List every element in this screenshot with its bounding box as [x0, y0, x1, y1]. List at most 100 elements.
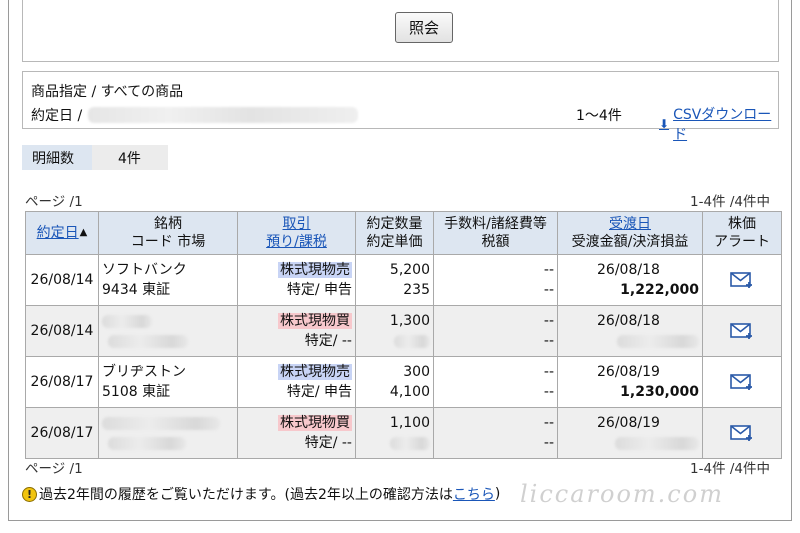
- redacted-date-range: [88, 107, 359, 123]
- trade-cell: 株式現物買 特定/ --: [237, 407, 356, 459]
- quantity: 1,100: [389, 415, 430, 431]
- issue-code-market: 5108 東証: [102, 384, 171, 400]
- sort-by-settlement-link[interactable]: 受渡日: [560, 215, 700, 233]
- trade-date: 26/08/17: [25, 407, 99, 459]
- header-fee: 手数料/諸経費等: [444, 216, 547, 232]
- issue-name: ブリヂストン: [102, 364, 186, 380]
- issue-code-market: 9434 東証: [102, 282, 171, 298]
- quantity: 5,200: [389, 262, 430, 278]
- trade-history-table: 約定日 ▲ 銘柄 コード 市場 取引 預り/課税 約定数量 約定単価 手数料/諸…: [25, 211, 782, 459]
- quantity: 300: [403, 364, 430, 380]
- table-row: 26/08/14 株式現物買 特定/ -- 1,300 -- -- 26/08/…: [25, 305, 782, 357]
- csv-download-label: CSVダウンロード: [673, 107, 772, 143]
- redacted-settlement-amount: [617, 334, 699, 348]
- header-alert-line1: 株価: [728, 216, 756, 232]
- issue-cell: ブリヂストン 5108 東証: [98, 356, 238, 408]
- download-icon: ⬇: [659, 117, 670, 131]
- settlement-amount: 1,222,000: [620, 282, 699, 298]
- fee-cell: -- --: [433, 407, 558, 459]
- alert-cell: [702, 305, 782, 357]
- price-alert-mail-icon[interactable]: [729, 270, 755, 290]
- settlement-cell: 26/08/19 1,230,000: [557, 356, 703, 408]
- query-button[interactable]: 照会: [395, 12, 453, 43]
- settlement-cell: 26/08/18 1,222,000: [557, 254, 703, 306]
- alert-cell: [702, 254, 782, 306]
- redacted-settlement-amount: [615, 436, 699, 450]
- product-condition: 商品指定 / すべての商品: [31, 84, 184, 100]
- table-header-row: 約定日 ▲ 銘柄 コード 市場 取引 預り/課税 約定数量 約定単価 手数料/諸…: [25, 211, 782, 255]
- result-range: 1～4件: [576, 108, 622, 124]
- sort-by-trade-link[interactable]: 取引: [240, 215, 353, 233]
- quantity: 1,300: [389, 313, 430, 329]
- fee: --: [543, 313, 554, 329]
- sort-by-account-link[interactable]: 預り/課税: [240, 233, 353, 251]
- tax: --: [543, 282, 554, 298]
- fee: --: [543, 262, 554, 278]
- fee: --: [543, 364, 554, 380]
- trade-cell: 株式現物買 特定/ --: [237, 305, 356, 357]
- header-settlement: 受渡日 受渡金額/決済損益: [557, 211, 703, 255]
- history-help-link[interactable]: こちら: [453, 484, 495, 504]
- table-row: 26/08/14 ソフトバンク 9434 東証 株式現物売 特定/ 申告 5,2…: [25, 254, 782, 306]
- date-condition: 約定日 /: [31, 105, 359, 125]
- table-row: 26/08/17 ブリヂストン 5108 東証 株式現物売 特定/ 申告 300…: [25, 356, 782, 408]
- alert-cell: [702, 407, 782, 459]
- issue-cell: [98, 407, 238, 459]
- search-conditions: 商品指定 / すべての商品 約定日 / 1～4件 ⬇ CSVダウンロード: [22, 71, 779, 143]
- trade-type-badge: 株式現物売: [278, 262, 352, 278]
- fee-cell: -- --: [433, 305, 558, 357]
- trade-date: 26/08/17: [25, 356, 99, 408]
- csv-download-link[interactable]: ⬇ CSVダウンロード: [659, 104, 778, 144]
- quantity-cell: 1,300: [355, 305, 434, 357]
- header-tax: 税額: [481, 234, 510, 250]
- alert-cell: [702, 356, 782, 408]
- trade-cell: 株式現物売 特定/ 申告: [237, 356, 356, 408]
- settlement-date: 26/08/18: [597, 262, 660, 278]
- unit-price: 235: [403, 282, 430, 298]
- unit-price: 4,100: [389, 384, 430, 400]
- settlement-date: 26/08/18: [597, 313, 660, 329]
- trade-cell: 株式現物売 特定/ 申告: [237, 254, 356, 306]
- header-price: 約定単価: [366, 234, 423, 250]
- header-alert-line2: アラート: [714, 234, 770, 250]
- settlement-cell: 26/08/18: [557, 305, 703, 357]
- tax: --: [543, 435, 554, 451]
- settlement-cell: 26/08/19: [557, 407, 703, 459]
- settlement-date: 26/08/19: [597, 364, 660, 380]
- price-alert-mail-icon[interactable]: [729, 423, 755, 443]
- sort-ascending-icon: ▲: [79, 227, 88, 238]
- detail-count: 明細数 4件: [22, 145, 168, 170]
- header-alert: 株価 アラート: [702, 211, 782, 255]
- trade-date: 26/08/14: [25, 305, 99, 357]
- detail-count-label: 明細数: [22, 145, 92, 170]
- fee-cell: -- --: [433, 356, 558, 408]
- quantity-cell: 1,100: [355, 407, 434, 459]
- price-alert-mail-icon[interactable]: [729, 321, 755, 341]
- history-notice: ! 過去2年間の履歴をご覧いただけます。(過去2年以上の確認方法は こちら): [22, 484, 500, 504]
- issue-name: ソフトバンク: [102, 262, 187, 278]
- header-issue: 銘柄 コード 市場: [98, 211, 238, 255]
- redacted-issue-name: [102, 416, 220, 430]
- page-summary-top: 1-4件 /4件中: [690, 194, 770, 210]
- header-qty: 約定数量: [366, 216, 423, 232]
- history-notice-text: 過去2年間の履歴をご覧いただけます。(過去2年以上の確認方法は: [39, 487, 453, 503]
- sort-by-date-link[interactable]: 約定日: [37, 224, 79, 242]
- header-date[interactable]: 約定日 ▲: [25, 211, 99, 255]
- trade-type-badge: 株式現物買: [278, 415, 352, 431]
- redacted-unit-price: [390, 436, 430, 450]
- issue-cell: ソフトバンク 9434 東証: [98, 254, 238, 306]
- fee-cell: -- --: [433, 254, 558, 306]
- trade-type-badge: 株式現物買: [278, 313, 352, 329]
- price-alert-mail-icon[interactable]: [729, 372, 755, 392]
- page-indicator-bottom: ページ /1: [25, 461, 83, 477]
- header-settle-amount: 受渡金額/決済損益: [571, 234, 689, 250]
- redacted-unit-price: [394, 334, 430, 348]
- date-condition-label: 約定日 /: [31, 108, 83, 124]
- table-row: 26/08/17 株式現物買 特定/ -- 1,100 -- -- 26/08/…: [25, 407, 782, 459]
- account-type: 特定/ --: [304, 435, 352, 451]
- account-type: 特定/ 申告: [286, 282, 352, 298]
- tax: --: [543, 333, 554, 349]
- account-type: 特定/ 申告: [286, 384, 352, 400]
- header-quantity: 約定数量 約定単価: [355, 211, 434, 255]
- redacted-issue-name: [102, 314, 152, 328]
